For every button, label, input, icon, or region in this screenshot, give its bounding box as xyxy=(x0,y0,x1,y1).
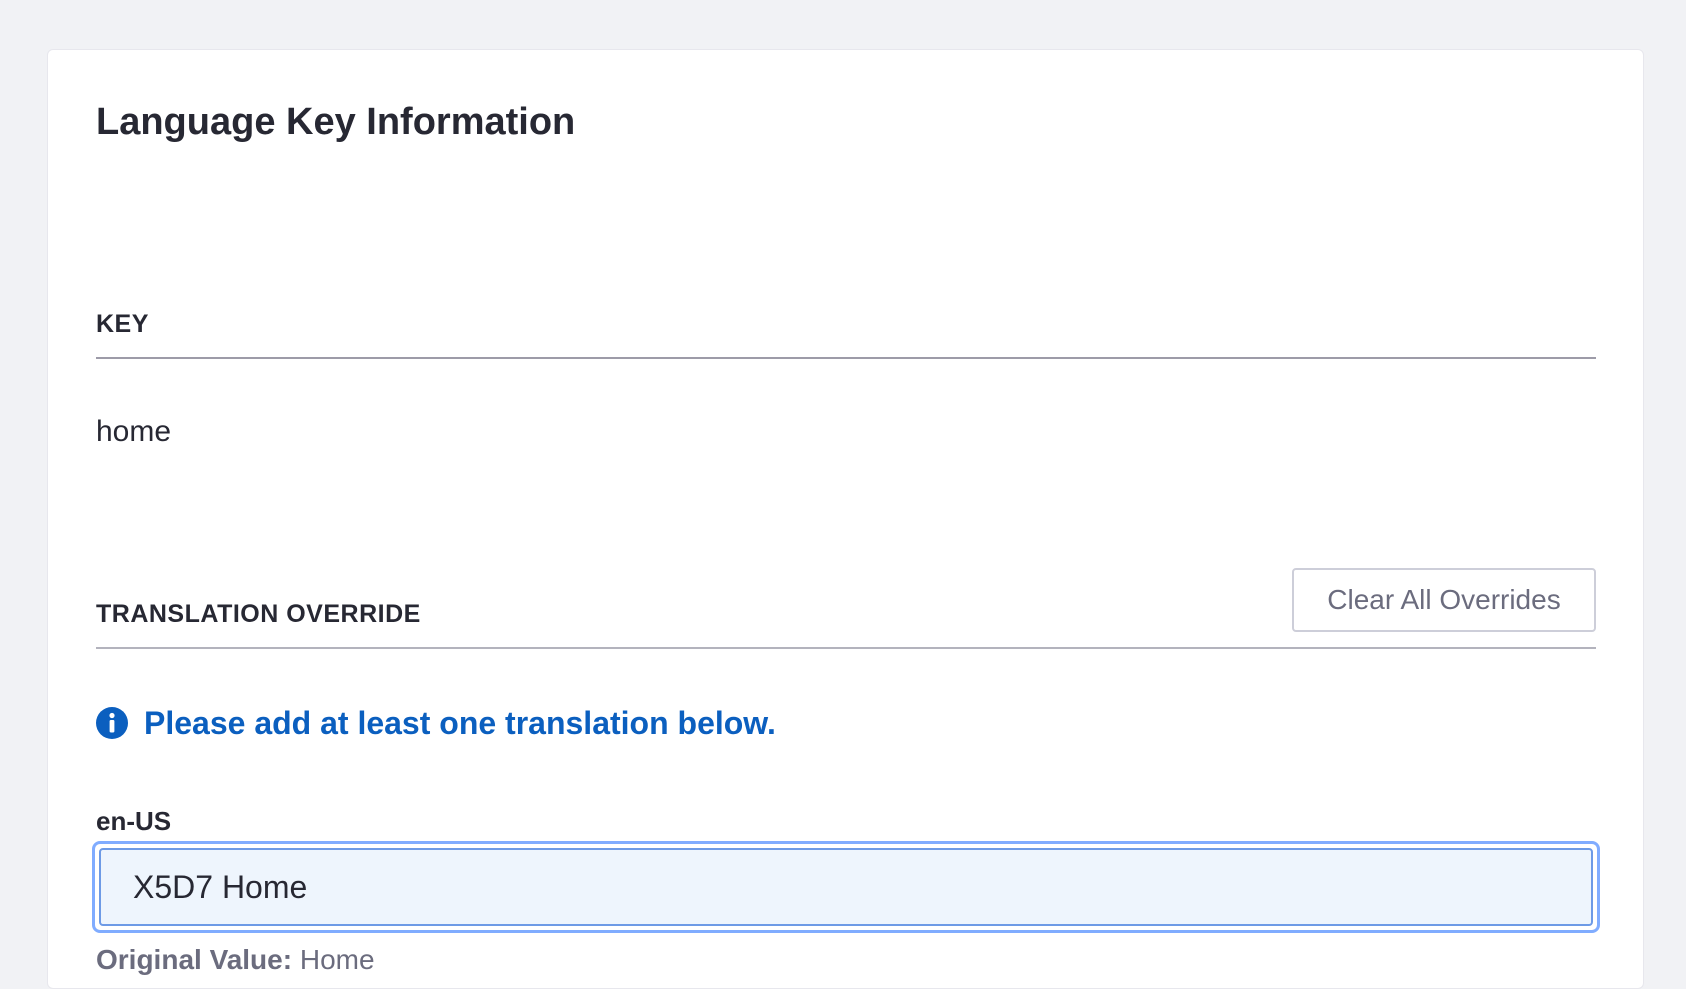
original-value-text: Home xyxy=(299,944,375,975)
en-us-field-focus-ring xyxy=(92,841,1600,933)
en-us-translation-input[interactable] xyxy=(99,848,1593,926)
info-message-text: Please add at least one translation belo… xyxy=(144,705,776,741)
translation-override-label: TRANSLATION OVERRIDE xyxy=(96,600,421,628)
info-message: Please add at least one translation belo… xyxy=(96,703,776,743)
key-section-header: KEY xyxy=(96,298,1596,359)
card-title: Language Key Information xyxy=(96,101,576,143)
translation-override-header: TRANSLATION OVERRIDE Clear All Overrides xyxy=(96,565,1596,649)
key-section-label: KEY xyxy=(96,310,149,338)
info-circle-icon xyxy=(96,707,128,739)
clear-all-overrides-button[interactable]: Clear All Overrides xyxy=(1292,568,1596,632)
en-us-field-label: en-US xyxy=(96,806,172,836)
key-value: home xyxy=(96,415,172,448)
original-value-label: Original Value: xyxy=(96,944,293,975)
language-key-card: Language Key Information KEY home TRANSL… xyxy=(47,49,1644,989)
